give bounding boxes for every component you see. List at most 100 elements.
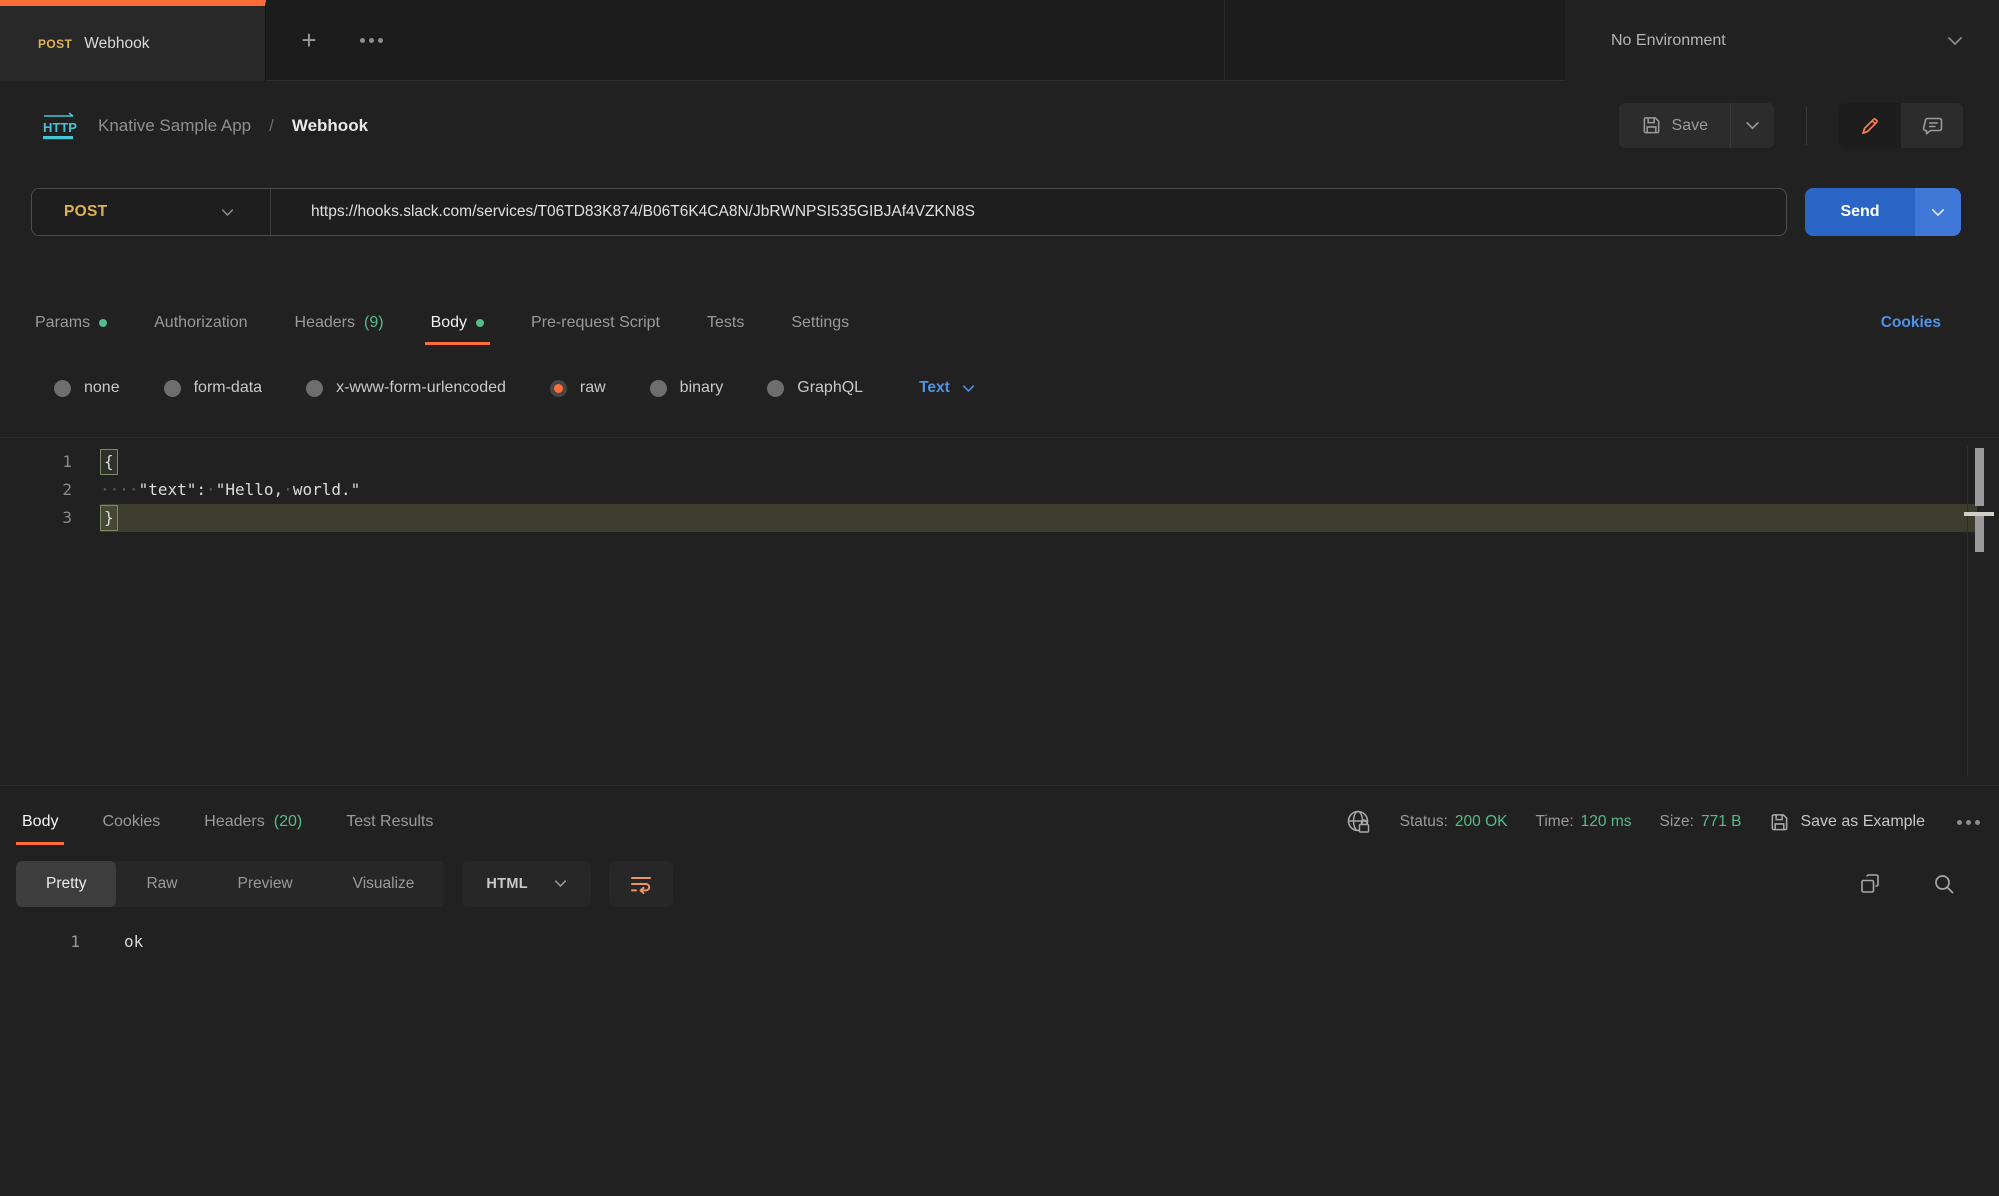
- breadcrumb-collection[interactable]: Knative Sample App: [98, 116, 251, 136]
- editor-line-current: 3 }: [0, 504, 1961, 532]
- tab-headers[interactable]: Headers (9): [295, 300, 384, 345]
- response-body-viewer[interactable]: 1 ok: [0, 928, 1999, 956]
- response-headers-count-badge: (20): [274, 813, 302, 831]
- raw-language-label: Text: [919, 379, 950, 397]
- tab-params-label: Params: [35, 314, 90, 332]
- new-tab-button[interactable]: +: [292, 24, 326, 58]
- response-tab-cookies-label: Cookies: [102, 813, 160, 831]
- header-actions: Save: [1619, 103, 1963, 148]
- time-indicator: Time: 120 ms: [1535, 813, 1631, 831]
- edit-request-button[interactable]: [1839, 103, 1901, 148]
- tab-settings-label: Settings: [791, 314, 849, 332]
- response-tab-body[interactable]: Body: [22, 800, 58, 845]
- radio-binary-label: binary: [680, 379, 724, 397]
- chevron-down-icon: [554, 879, 567, 888]
- chevron-down-icon: [1931, 208, 1945, 217]
- editor-line: 2 ····"text":·"Hello,·world.": [0, 476, 1961, 504]
- copy-response-button[interactable]: [1853, 867, 1887, 901]
- tab-title-label: Webhook: [84, 35, 149, 53]
- radio-graphql[interactable]: GraphQL: [767, 379, 863, 397]
- status-indicator: Status: 200 OK: [1400, 813, 1508, 831]
- wrap-lines-button[interactable]: [609, 861, 673, 907]
- status-label: Status:: [1400, 813, 1448, 831]
- search-response-button[interactable]: [1927, 867, 1961, 901]
- save-button[interactable]: Save: [1619, 103, 1730, 148]
- editor-lines: 1 { 2 ····"text":·"Hello,·world." 3 }: [0, 448, 1961, 532]
- response-options-button[interactable]: [1951, 805, 1985, 839]
- chevron-down-icon: [1947, 36, 1963, 46]
- response-tab-test-results-label: Test Results: [346, 813, 433, 831]
- radio-selected-icon: [550, 380, 567, 397]
- radio-none[interactable]: none: [54, 379, 120, 397]
- method-label: POST: [64, 203, 221, 221]
- code-text: ····"text":·"Hello,·world.": [100, 476, 1961, 504]
- view-pretty[interactable]: Pretty: [16, 861, 116, 907]
- radio-graphql-label: GraphQL: [797, 379, 863, 397]
- breadcrumb: HTTP Knative Sample App / Webhook: [40, 81, 368, 170]
- copy-icon: [1858, 872, 1882, 896]
- comment-icon: [1921, 115, 1944, 137]
- tabbar-divider: [1224, 0, 1225, 81]
- view-preview[interactable]: Preview: [208, 861, 323, 907]
- comment-button[interactable]: [1901, 103, 1963, 148]
- globe-lock-icon: [1344, 807, 1374, 837]
- radio-form-data[interactable]: form-data: [164, 379, 262, 397]
- response-tab-headers[interactable]: Headers (20): [204, 800, 302, 845]
- line-number: 3: [0, 504, 72, 532]
- radio-raw[interactable]: raw: [550, 379, 606, 397]
- response-tab-body-label: Body: [22, 813, 58, 831]
- open-request-tab[interactable]: POST Webhook: [0, 0, 266, 81]
- code-text: }: [100, 504, 1977, 532]
- send-button[interactable]: Send: [1805, 188, 1915, 236]
- tab-pre-request-script[interactable]: Pre-request Script: [531, 300, 660, 345]
- line-number: 1: [0, 448, 72, 476]
- response-text: ok: [124, 928, 143, 956]
- radio-x-www-form-urlencoded[interactable]: x-www-form-urlencoded: [306, 379, 506, 397]
- scrollbar-thumb-lower: [1975, 516, 1984, 552]
- response-format-label: HTML: [486, 876, 527, 892]
- scrollbar-thumb[interactable]: [1975, 448, 1984, 506]
- headers-count-badge: (9): [364, 314, 384, 332]
- send-options-button[interactable]: [1915, 188, 1961, 236]
- time-value: 120 ms: [1581, 813, 1632, 831]
- tab-authorization[interactable]: Authorization: [154, 300, 247, 345]
- radio-none-label: none: [84, 379, 120, 397]
- view-visualize[interactable]: Visualize: [323, 861, 445, 907]
- response-tools-right: [1853, 867, 1961, 901]
- save-as-example-button[interactable]: Save as Example: [1769, 812, 1925, 833]
- radio-x-www-form-urlencoded-label: x-www-form-urlencoded: [336, 379, 506, 397]
- save-options-button[interactable]: [1730, 103, 1774, 148]
- tab-body[interactable]: Body: [431, 300, 484, 345]
- cookies-link[interactable]: Cookies: [1881, 314, 1941, 332]
- environment-label: No Environment: [1611, 32, 1726, 50]
- environment-selector[interactable]: No Environment: [1565, 0, 1999, 81]
- editor-scrollbar[interactable]: [1967, 446, 1989, 776]
- url-row: POST Send: [0, 188, 1999, 236]
- line-number: 2: [0, 476, 72, 504]
- tab-tests-label: Tests: [707, 314, 744, 332]
- response-format-selector[interactable]: HTML: [462, 861, 590, 907]
- tab-options-button[interactable]: [354, 24, 388, 58]
- view-raw[interactable]: Raw: [116, 861, 207, 907]
- response-tab-test-results[interactable]: Test Results: [346, 800, 433, 845]
- radio-binary[interactable]: binary: [650, 379, 724, 397]
- code-text: {: [100, 448, 1961, 476]
- radio-icon: [164, 380, 181, 397]
- response-tab-cookies[interactable]: Cookies: [102, 800, 160, 845]
- request-body-editor[interactable]: 1 { 2 ····"text":·"Hello,·world." 3 }: [0, 438, 1999, 785]
- tab-settings[interactable]: Settings: [791, 300, 849, 345]
- tab-authorization-label: Authorization: [154, 314, 247, 332]
- save-as-example-label: Save as Example: [1800, 813, 1925, 831]
- save-icon: [1769, 812, 1790, 833]
- more-icon: [360, 38, 383, 43]
- method-selector[interactable]: POST: [32, 203, 270, 221]
- radio-raw-label: raw: [580, 379, 606, 397]
- response-meta: Status: 200 OK Time: 120 ms Size: 771 B …: [1344, 795, 1999, 849]
- tab-tests[interactable]: Tests: [707, 300, 744, 345]
- body-mode-row: none form-data x-www-form-urlencoded raw…: [0, 370, 1999, 406]
- network-info-button[interactable]: [1344, 807, 1374, 837]
- raw-language-selector[interactable]: Text: [919, 379, 975, 397]
- tab-params[interactable]: Params: [35, 300, 107, 345]
- url-input[interactable]: [271, 203, 1786, 221]
- breadcrumb-request-name[interactable]: Webhook: [292, 116, 368, 136]
